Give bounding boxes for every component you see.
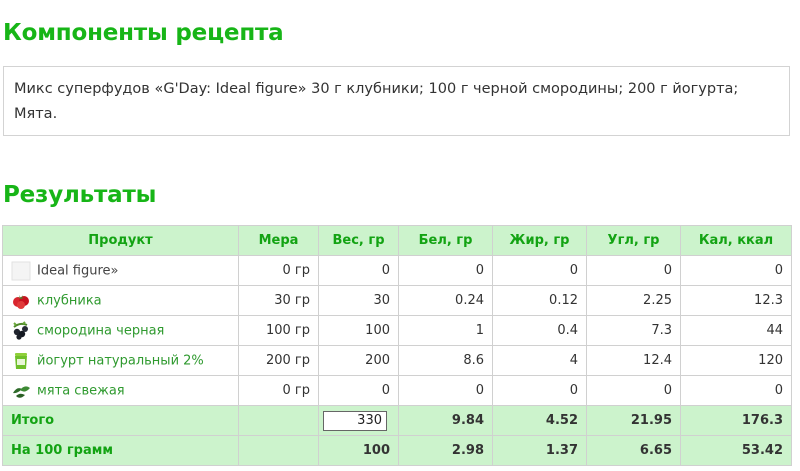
fat-cell: 0.12	[492, 285, 587, 316]
protein-cell: 0	[398, 375, 493, 406]
carbs-cell: 0	[586, 255, 681, 286]
header-fat: Жир, гр	[492, 225, 587, 256]
product-link-mint[interactable]: мята свежая	[37, 383, 125, 398]
results-heading: Результаты	[3, 182, 157, 208]
measure-cell: 0 гр	[238, 255, 319, 286]
protein-cell: 1	[398, 315, 493, 346]
fat-cell: 0	[492, 255, 587, 286]
fat-cell: 0.4	[492, 315, 587, 346]
product-name: Ideal figure»	[37, 263, 119, 278]
fat-cell: 4	[492, 345, 587, 376]
total-row: Итого 330 9.84 4.52 21.95 176.3	[2, 405, 792, 436]
blank-product-icon	[11, 261, 31, 281]
recipe-text: Микс суперфудов «G'Day: Ideal figure» 30…	[14, 81, 739, 122]
total-measure-cell	[238, 405, 319, 436]
total-protein: 9.84	[398, 405, 493, 436]
per100-label: На 100 грамм	[2, 435, 239, 466]
components-heading: Компоненты рецепта	[3, 20, 284, 46]
table-row: Ideal figure» 0 гр 0 0 0 0 0	[2, 255, 792, 286]
kcal-cell: 12.3	[680, 285, 792, 316]
carbs-cell: 7.3	[586, 315, 681, 346]
product-cell: йогурт натуральный 2%	[2, 345, 239, 376]
measure-cell: 30 гр	[238, 285, 319, 316]
per100-kcal: 53.42	[680, 435, 792, 466]
table-row: клубника 30 гр 30 0.24 0.12 2.25 12.3	[2, 285, 792, 316]
yogurt-icon	[11, 351, 31, 371]
header-weight: Вес, гр	[318, 225, 399, 256]
protein-cell: 0.24	[398, 285, 493, 316]
per100-fat: 1.37	[492, 435, 587, 466]
recipe-text-box: Микс суперфудов «G'Day: Ideal figure» 30…	[3, 66, 790, 136]
product-link-yogurt[interactable]: йогурт натуральный 2%	[37, 353, 204, 368]
weight-cell: 30	[318, 285, 399, 316]
weight-cell: 0	[318, 255, 399, 286]
total-weight-input[interactable]: 330	[323, 410, 387, 431]
weight-cell: 100	[318, 315, 399, 346]
product-cell: клубника	[2, 285, 239, 316]
fat-cell: 0	[492, 375, 587, 406]
header-carbs: Угл, гр	[586, 225, 681, 256]
header-kcal: Кал, ккал	[680, 225, 792, 256]
header-protein: Бел, гр	[398, 225, 493, 256]
blackcurrant-icon	[11, 320, 31, 341]
product-link-strawberry[interactable]: клубника	[37, 293, 102, 308]
carbs-cell: 2.25	[586, 285, 681, 316]
table-row: мята свежая 0 гр 0 0 0 0 0	[2, 375, 792, 406]
product-cell: смородина черная	[2, 315, 239, 346]
product-link-blackcurrant[interactable]: смородина черная	[37, 323, 164, 338]
kcal-cell: 120	[680, 345, 792, 376]
per100-carbs: 6.65	[586, 435, 681, 466]
mint-icon	[11, 381, 31, 401]
carbs-cell: 12.4	[586, 345, 681, 376]
protein-cell: 0	[398, 255, 493, 286]
protein-cell: 8.6	[398, 345, 493, 376]
measure-cell: 0 гр	[238, 375, 319, 406]
total-label: Итого	[2, 405, 239, 436]
measure-cell: 200 гр	[238, 345, 319, 376]
per100-protein: 2.98	[398, 435, 493, 466]
table-row: йогурт натуральный 2% 200 гр 200 8.6 4 1…	[2, 345, 792, 376]
weight-cell: 200	[318, 345, 399, 376]
kcal-cell: 0	[680, 375, 792, 406]
header-measure: Мера	[238, 225, 319, 256]
total-fat: 4.52	[492, 405, 587, 436]
product-cell: Ideal figure»	[2, 255, 239, 286]
product-cell: мята свежая	[2, 375, 239, 406]
carbs-cell: 0	[586, 375, 681, 406]
total-weight-cell: 330	[318, 405, 399, 436]
strawberry-icon	[11, 291, 31, 311]
header-product: Продукт	[2, 225, 239, 256]
per100-measure-cell	[238, 435, 319, 466]
total-kcal: 176.3	[680, 405, 792, 436]
results-table: Продукт Мера Вес, гр Бел, гр Жир, гр Угл…	[2, 225, 792, 466]
total-carbs: 21.95	[586, 405, 681, 436]
table-row: смородина черная 100 гр 100 1 0.4 7.3 44	[2, 315, 792, 346]
per100-row: На 100 грамм 100 2.98 1.37 6.65 53.42	[2, 435, 792, 466]
table-header-row: Продукт Мера Вес, гр Бел, гр Жир, гр Угл…	[2, 225, 792, 256]
per100-weight: 100	[318, 435, 399, 466]
kcal-cell: 44	[680, 315, 792, 346]
kcal-cell: 0	[680, 255, 792, 286]
measure-cell: 100 гр	[238, 315, 319, 346]
weight-cell: 0	[318, 375, 399, 406]
